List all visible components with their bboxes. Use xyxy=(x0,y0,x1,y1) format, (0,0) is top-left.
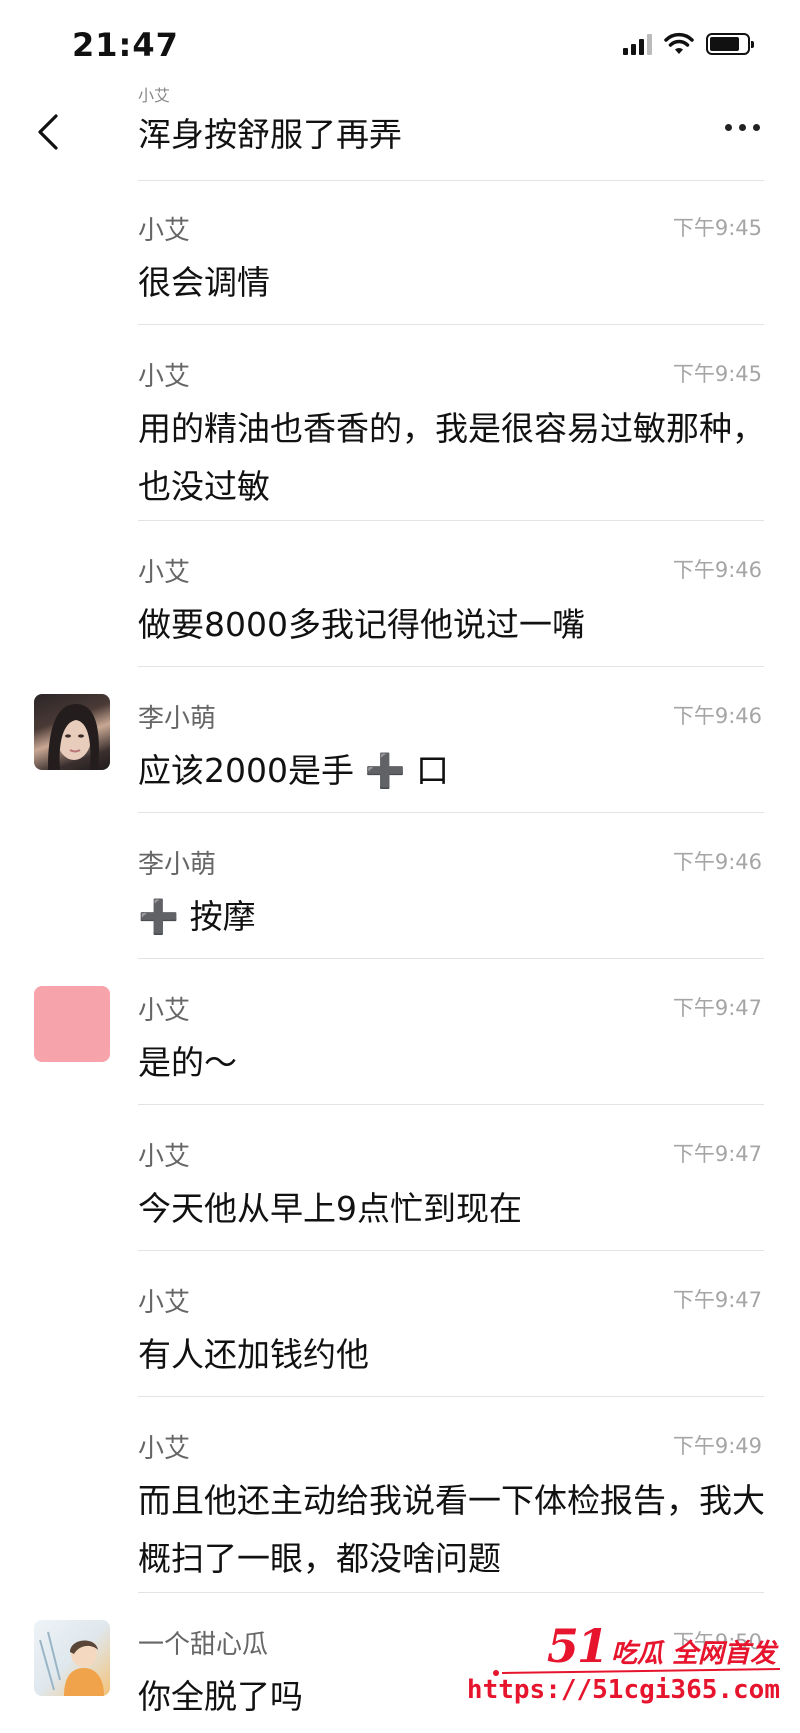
message-text: 很会调情 xyxy=(138,263,270,302)
message-time: 下午9:47 xyxy=(672,1288,762,1312)
message-text: 用的精油也香香的，我是很容易过敏那种，也没过敏 xyxy=(138,409,765,506)
message-divider xyxy=(138,1592,764,1593)
status-icons xyxy=(623,32,754,56)
avatar-photo-icon xyxy=(48,704,100,770)
message-time: 下午9:45 xyxy=(672,216,762,240)
message-time: 下午9:46 xyxy=(672,704,762,728)
watermark: 51 吃瓜 全网首发 https://51cgi365.com xyxy=(467,1611,790,1721)
message-time: 下午9:46 xyxy=(672,558,762,582)
message-divider xyxy=(138,1250,764,1251)
message-sender: 小艾 xyxy=(138,1142,191,1172)
more-dots-icon[interactable] xyxy=(725,124,760,131)
battery-icon xyxy=(706,33,754,55)
message-sender: 小艾 xyxy=(138,216,191,246)
message-sender: 小艾 xyxy=(138,558,191,588)
message-sender: 小艾 xyxy=(138,362,191,392)
message-text: 今天他从早上9点忙到现在 xyxy=(138,1189,522,1228)
avatar[interactable] xyxy=(34,1620,110,1696)
message-sender: 李小萌 xyxy=(138,850,217,880)
message-item: 小艾 下午9:47 今天他从早上9点忙到现在 xyxy=(0,1106,800,1252)
message-sender: 一个甜心瓜 xyxy=(138,1630,269,1660)
message-text: 有人还加钱约他 xyxy=(138,1335,369,1374)
avatar[interactable] xyxy=(34,694,110,770)
message-item: 李小萌 下午9:46 应该2000是手 ➕ 口 xyxy=(0,668,800,814)
chat-header: 小艾 浑身按舒服了再弄 xyxy=(0,80,800,181)
back-chevron-icon[interactable] xyxy=(30,110,70,154)
message-divider xyxy=(138,520,764,521)
message-sender: 小艾 xyxy=(138,996,191,1026)
message-item: 李小萌 下午9:46 ➕ 按摩 xyxy=(0,814,800,960)
cut-off-previous-sender: 小艾 xyxy=(138,86,171,105)
message-time: 下午9:46 xyxy=(672,850,762,874)
message-time: 下午9:47 xyxy=(672,1142,762,1166)
message-item: 小艾 下午9:45 很会调情 xyxy=(0,180,800,326)
watermark-url: https://51cgi365.com xyxy=(466,1675,780,1705)
message-item: 小艾 下午9:47 有人还加钱约他 xyxy=(0,1252,800,1398)
message-text: 应该2000是手 ➕ 口 xyxy=(138,751,450,790)
message-item: 小艾 下午9:49 而且他还主动给我说看一下体检报告，我大概扫了一眼，都没啥问题 xyxy=(0,1398,800,1594)
message-time: 下午9:49 xyxy=(672,1434,762,1458)
message-sender: 小艾 xyxy=(138,1434,191,1464)
wifi-icon xyxy=(664,32,694,54)
message-divider xyxy=(138,958,764,959)
cellular-signal-icon xyxy=(623,33,652,55)
message-time: 下午9:47 xyxy=(672,996,762,1020)
message-text: 是的～ xyxy=(138,1043,237,1082)
message-list: 小艾 下午9:45 很会调情 小艾 下午9:45 用的精油也香香的，我是很容易过… xyxy=(0,180,800,1733)
message-item: 小艾 下午9:45 用的精油也香香的，我是很容易过敏那种，也没过敏 xyxy=(0,326,800,522)
message-text: 做要8000多我记得他说过一嘴 xyxy=(138,605,585,644)
message-divider xyxy=(138,1396,764,1397)
message-divider xyxy=(138,812,764,813)
avatar[interactable] xyxy=(34,986,110,1062)
message-divider xyxy=(138,324,764,325)
message-sender: 小艾 xyxy=(138,1288,191,1318)
message-divider xyxy=(138,1104,764,1105)
message-sender: 李小萌 xyxy=(138,704,217,734)
status-bar: 21:47 xyxy=(0,0,800,80)
message-text: 而且他还主动给我说看一下体检报告，我大概扫了一眼，都没啥问题 xyxy=(138,1481,765,1578)
page-title: 浑身按舒服了再弄 xyxy=(138,115,402,154)
status-time: 21:47 xyxy=(72,26,179,64)
message-item: 小艾 下午9:46 做要8000多我记得他说过一嘴 xyxy=(0,522,800,668)
message-text: ➕ 按摩 xyxy=(138,897,256,936)
message-divider xyxy=(138,666,764,667)
avatar-illustration-icon xyxy=(39,1631,104,1696)
message-item: 小艾 下午9:47 是的～ xyxy=(0,960,800,1106)
message-time: 下午9:45 xyxy=(672,362,762,386)
